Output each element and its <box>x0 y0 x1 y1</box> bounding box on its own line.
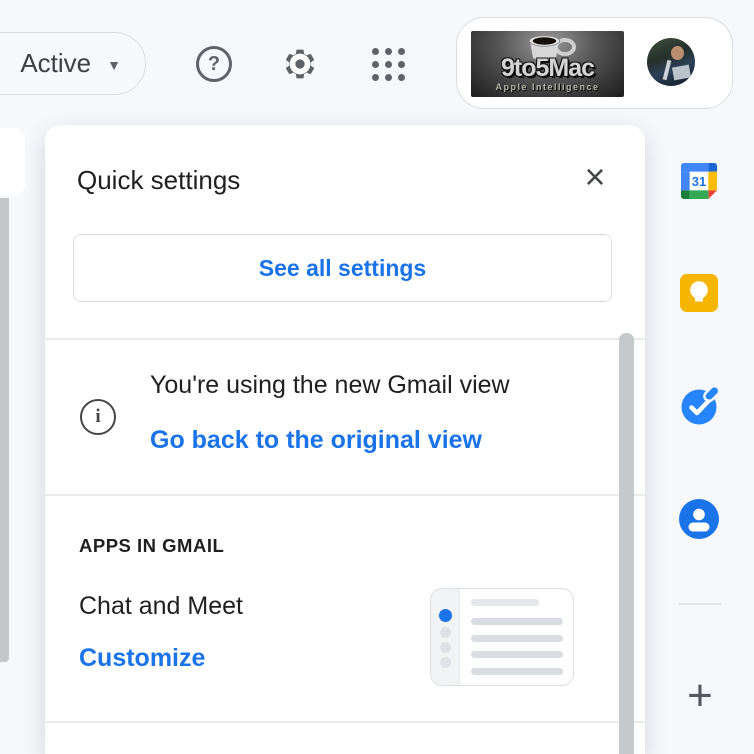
background-card-corner <box>0 128 25 196</box>
info-message: You're using the new Gmail view <box>150 371 510 400</box>
info-icon: i <box>80 399 116 435</box>
add-panel-button[interactable]: + <box>680 674 720 718</box>
customize-link[interactable]: Customize <box>79 644 205 673</box>
calendar-icon: 31 <box>681 163 717 199</box>
preview-dot <box>440 657 451 668</box>
go-back-link[interactable]: Go back to the original view <box>150 426 482 455</box>
preview-dot-active <box>439 609 452 622</box>
rail-divider <box>678 603 722 605</box>
preview-line <box>471 651 563 658</box>
profile-button[interactable]: 9to5Mac Apple Intelligence <box>456 17 733 109</box>
preview-line <box>471 618 563 625</box>
panel-title: Quick settings <box>77 165 240 196</box>
panel-scrollbar-thumb[interactable] <box>619 333 634 754</box>
close-button[interactable]: × <box>573 155 617 199</box>
sidebar-item-tasks[interactable] <box>679 383 723 432</box>
profile-banner-image: 9to5Mac Apple Intelligence <box>471 31 624 97</box>
gmail-page: Active ▼ ? 9to5Mac Apple Intelligence <box>0 0 754 754</box>
gear-icon <box>282 46 318 82</box>
apps-in-gmail-heading: APPS IN GMAIL <box>79 535 224 557</box>
avatar <box>647 38 695 86</box>
preview-line <box>471 599 539 606</box>
sidebar-item-contacts[interactable] <box>679 499 719 544</box>
contacts-icon <box>679 499 719 539</box>
quick-settings-panel: Quick settings × See all settings i You'… <box>45 125 645 754</box>
preview-line <box>471 635 563 642</box>
section-divider <box>45 494 645 496</box>
sidebar-item-calendar[interactable]: 31 <box>681 163 717 204</box>
section-divider <box>45 721 645 723</box>
banner-title: 9to5Mac <box>471 54 624 83</box>
keep-icon <box>679 273 719 313</box>
status-label: Active <box>20 48 91 79</box>
info-icon-glyph: i <box>95 406 100 428</box>
banner-subtitle: Apple Intelligence <box>471 82 624 92</box>
help-button[interactable]: ? <box>196 46 232 82</box>
sidebar-item-keep[interactable] <box>679 273 719 318</box>
help-icon: ? <box>196 46 232 82</box>
calendar-day-label: 31 <box>692 174 706 189</box>
see-all-settings-label: See all settings <box>259 255 426 282</box>
preview-dot <box>440 642 451 653</box>
background-image-edge <box>0 198 9 662</box>
preview-text-lines <box>471 599 563 684</box>
plus-icon: + <box>687 671 713 721</box>
section-divider <box>45 338 645 340</box>
status-chip-active[interactable]: Active ▼ <box>0 32 146 95</box>
settings-button[interactable] <box>282 46 318 82</box>
preview-line <box>471 668 563 675</box>
dropdown-arrow-icon: ▼ <box>107 57 121 73</box>
apps-grid-icon <box>372 48 405 81</box>
chat-and-meet-label: Chat and Meet <box>79 592 243 621</box>
google-apps-button[interactable] <box>372 48 405 81</box>
close-icon: × <box>584 159 605 195</box>
see-all-settings-button[interactable]: See all settings <box>73 234 612 302</box>
chat-meet-preview-thumbnail <box>430 588 574 686</box>
tasks-icon <box>679 383 723 427</box>
preview-dot <box>440 627 451 638</box>
preview-sidebar-strip <box>431 589 460 685</box>
